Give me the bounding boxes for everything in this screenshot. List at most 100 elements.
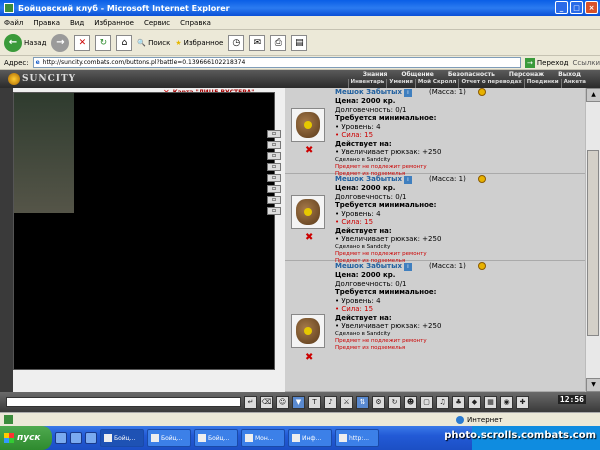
stop-button[interactable]: ✕ [74, 34, 91, 51]
art-icon [478, 88, 486, 96]
art-icon [478, 175, 486, 183]
quicklaunch-desktop-icon[interactable] [70, 432, 82, 444]
subnav-skills[interactable]: Умения [386, 79, 415, 88]
favorites-button[interactable]: ★ Избранное [175, 39, 223, 47]
slot-button[interactable]: ▫ [267, 130, 281, 138]
slot-button[interactable]: ▫ [267, 207, 281, 215]
links-button[interactable]: Ссылки [572, 59, 600, 67]
subnav-transfers[interactable]: Отчет о переводах [458, 79, 523, 88]
address-input[interactable]: e http://suncity.combats.com/buttons.pl?… [32, 57, 521, 68]
menu-bar: Файл Правка Вид Избранное Сервис Справка [0, 16, 600, 30]
item-mass: (Масса: 1) [429, 262, 466, 270]
close-button[interactable]: × [585, 1, 598, 14]
back-button[interactable]: ← Назад [4, 33, 46, 52]
start-button[interactable]: пуск [0, 426, 52, 450]
filter-button[interactable]: ▼ [292, 395, 305, 409]
forward-button[interactable]: → [51, 33, 70, 52]
info-icon[interactable]: i [403, 176, 412, 184]
item-name[interactable]: Мешок Забытых [335, 175, 402, 183]
delete-icon[interactable]: ✖ [305, 352, 313, 363]
mail-button[interactable]: ✉ [249, 34, 266, 51]
minimize-button[interactable]: _ [555, 1, 568, 14]
settings-button[interactable]: ⚙ [372, 395, 385, 409]
bag-button[interactable]: ◉ [500, 395, 513, 409]
info-icon[interactable]: i [403, 89, 412, 97]
subnav-inventory[interactable]: Инвентарь [347, 79, 387, 88]
task-button[interactable]: Бойц... [147, 429, 191, 447]
smile-button[interactable]: ☺ [276, 395, 289, 409]
clear-button[interactable]: ⌫ [260, 395, 273, 409]
extra-button[interactable]: ▢ [420, 395, 433, 409]
quicklaunch-ie-icon[interactable] [55, 432, 67, 444]
maximize-button[interactable]: □ [570, 1, 583, 14]
translit-button[interactable]: T [308, 395, 321, 409]
character-view [13, 92, 275, 370]
refresh-button[interactable]: ↻ [95, 34, 112, 51]
history-button[interactable]: ◷ [228, 34, 245, 51]
chat-mode-button[interactable]: ⇅ [356, 395, 369, 409]
task-button[interactable]: Бойц... [100, 429, 144, 447]
suncity-logo: SUNCITY [8, 70, 76, 88]
task-button[interactable]: http:... [335, 429, 379, 447]
nav-security[interactable]: Безопасность [441, 70, 502, 79]
edit-button[interactable]: ▤ [291, 34, 308, 51]
music-button[interactable]: ♫ [436, 395, 449, 409]
vertical-scrollbar[interactable]: ▲ ▼ [585, 88, 600, 392]
subnav-fights[interactable]: Поединки [523, 79, 561, 88]
item-button[interactable]: ◆ [468, 395, 481, 409]
slot-button[interactable]: ▫ [267, 185, 281, 193]
fight-button[interactable]: ⚔ [340, 395, 353, 409]
scroll-down-button[interactable]: ▼ [586, 378, 600, 392]
menu-tools[interactable]: Сервис [144, 19, 170, 27]
smiles-button[interactable]: ☻ [404, 395, 417, 409]
slot-button[interactable]: ▫ [267, 196, 281, 204]
nav-knowledge[interactable]: Знания [356, 70, 395, 79]
search-button[interactable]: 🔍 Поиск [137, 39, 170, 47]
send-button[interactable]: ↵ [244, 395, 257, 409]
sound-button[interactable]: ♪ [324, 395, 337, 409]
subnav-profile[interactable]: Анкета [560, 79, 588, 88]
menu-help[interactable]: Справка [180, 19, 211, 27]
task-button[interactable]: Мон... [241, 429, 285, 447]
task-button[interactable]: Инф... [288, 429, 332, 447]
search-icon: 🔍 [137, 38, 147, 47]
slot-button[interactable]: ▫ [267, 163, 281, 171]
home-button[interactable]: ⌂ [116, 34, 133, 51]
nav-exit[interactable]: Выход [551, 70, 588, 79]
chat-input[interactable] [6, 397, 241, 407]
subnav-scroll[interactable]: Мой Скролл [414, 79, 459, 88]
item-made: Сделано в Sandcity [335, 330, 391, 337]
item-thumbnail[interactable] [291, 108, 325, 142]
item-req-title: Требуется минимальное: [335, 288, 437, 296]
page-done-icon [4, 415, 13, 424]
menu-file[interactable]: Файл [4, 19, 23, 27]
art-icon [478, 262, 486, 270]
item-name[interactable]: Мешок Забытых [335, 88, 402, 96]
item-thumbnail[interactable] [291, 314, 325, 348]
delete-icon[interactable]: ✖ [305, 145, 313, 156]
refresh-chat-button[interactable]: ↻ [388, 395, 401, 409]
map-button[interactable]: ▦ [484, 395, 497, 409]
nav-chat[interactable]: Общение [394, 70, 440, 79]
tools-button[interactable]: ✚ [516, 395, 529, 409]
drink-button[interactable]: ♣ [452, 395, 465, 409]
item-thumbnail[interactable] [291, 195, 325, 229]
scroll-thumb[interactable] [587, 150, 599, 336]
info-icon[interactable]: i [403, 263, 412, 271]
quicklaunch-media-icon[interactable] [85, 432, 97, 444]
slot-button[interactable]: ▫ [267, 141, 281, 149]
slot-button[interactable]: ▫ [267, 174, 281, 182]
task-button[interactable]: Бойц... [194, 429, 238, 447]
print-button[interactable]: ⎙ [270, 34, 287, 51]
delete-icon[interactable]: ✖ [305, 232, 313, 243]
nav-character[interactable]: Персонаж [502, 70, 551, 79]
go-button[interactable]: → Переход [524, 57, 568, 68]
menu-edit[interactable]: Правка [33, 19, 60, 27]
slot-button[interactable]: ▫ [267, 152, 281, 160]
item-name[interactable]: Мешок Забытых [335, 262, 402, 270]
menu-favorites[interactable]: Избранное [94, 19, 134, 27]
scroll-up-button[interactable]: ▲ [586, 88, 600, 102]
item-made: Сделано в Sandcity [335, 243, 391, 250]
menu-view[interactable]: Вид [70, 19, 84, 27]
ie-icon [104, 434, 112, 442]
